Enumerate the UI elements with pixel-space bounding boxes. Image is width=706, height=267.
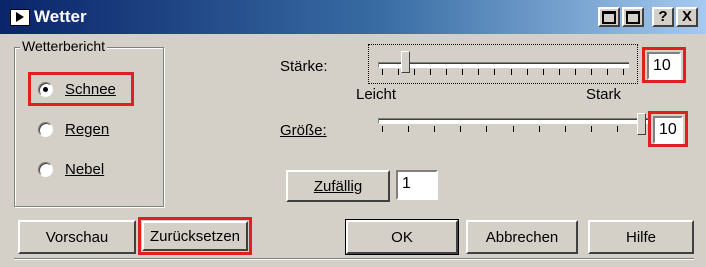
slider-tick: [460, 126, 461, 132]
slider-tick: [591, 69, 592, 75]
slider-tick: [559, 69, 560, 75]
radio-regen[interactable]: Regen: [38, 117, 109, 141]
slider-tick: [430, 69, 431, 75]
radio-checked-icon[interactable]: [38, 81, 53, 97]
slider-tick: [543, 69, 544, 75]
groesse-label: Größe:: [280, 122, 327, 139]
slider-tick: [617, 126, 618, 132]
radio-regen-label: Regen: [65, 120, 110, 138]
slider-tick: [398, 69, 399, 75]
groesse-ticks: [382, 126, 644, 132]
slider-tick: [575, 69, 576, 75]
groesse-slider-thumb[interactable]: [637, 113, 646, 135]
preview-button[interactable]: Vorschau: [18, 220, 136, 254]
ok-button[interactable]: OK: [345, 219, 459, 255]
staerke-max-label: Stark: [586, 86, 622, 103]
zufaellig-button[interactable]: Zufällig: [286, 170, 390, 202]
slider-tick: [446, 69, 447, 75]
staerke-label: Stärke:: [280, 58, 328, 75]
restore-button[interactable]: [598, 7, 620, 27]
slider-tick: [408, 126, 409, 132]
slider-tick: [382, 126, 383, 132]
groesse-slider-track[interactable]: [378, 118, 651, 124]
slider-tick: [478, 69, 479, 75]
radio-schnee[interactable]: Schnee: [38, 77, 116, 101]
zufaellig-value-field[interactable]: 1: [396, 170, 438, 200]
staerke-min-label: Leicht: [356, 86, 397, 103]
staerke-ticks: [382, 69, 624, 75]
slider-tick: [565, 126, 566, 132]
staerke-value-field[interactable]: 10: [647, 52, 681, 80]
group-label: Wetterbericht: [20, 38, 107, 54]
bottom-separator: [14, 258, 694, 260]
slider-tick: [434, 126, 435, 132]
radio-schnee-label: Schnee: [65, 80, 116, 98]
help-question-button[interactable]: ?: [652, 7, 674, 27]
play-icon: [10, 9, 30, 26]
reset-button[interactable]: Zurücksetzen: [142, 221, 248, 251]
staerke-slider-track[interactable]: [378, 62, 629, 68]
slider-tick: [591, 126, 592, 132]
cancel-button[interactable]: Abbrechen: [466, 220, 578, 254]
slider-tick: [486, 126, 487, 132]
slider-tick: [539, 126, 540, 132]
radio-nebel[interactable]: Nebel: [38, 157, 104, 181]
close-button[interactable]: X: [676, 7, 698, 27]
slider-tick: [607, 69, 608, 75]
slider-tick: [494, 69, 495, 75]
slider-tick: [511, 69, 512, 75]
title-bar: Wetter ? X: [0, 0, 706, 34]
slider-tick: [513, 126, 514, 132]
radio-unchecked-icon[interactable]: [38, 121, 53, 137]
maximize-button[interactable]: [622, 7, 644, 27]
slider-tick: [382, 69, 383, 75]
slider-tick: [462, 69, 463, 75]
groesse-value-field[interactable]: 10: [653, 116, 683, 144]
radio-unchecked-icon[interactable]: [38, 161, 53, 177]
slider-tick: [527, 69, 528, 75]
help-button[interactable]: Hilfe: [588, 220, 694, 254]
window-title: Wetter: [34, 7, 87, 26]
slider-tick: [414, 69, 415, 75]
staerke-slider-thumb[interactable]: [401, 51, 410, 73]
radio-nebel-label: Nebel: [65, 160, 105, 178]
slider-tick: [623, 69, 624, 75]
